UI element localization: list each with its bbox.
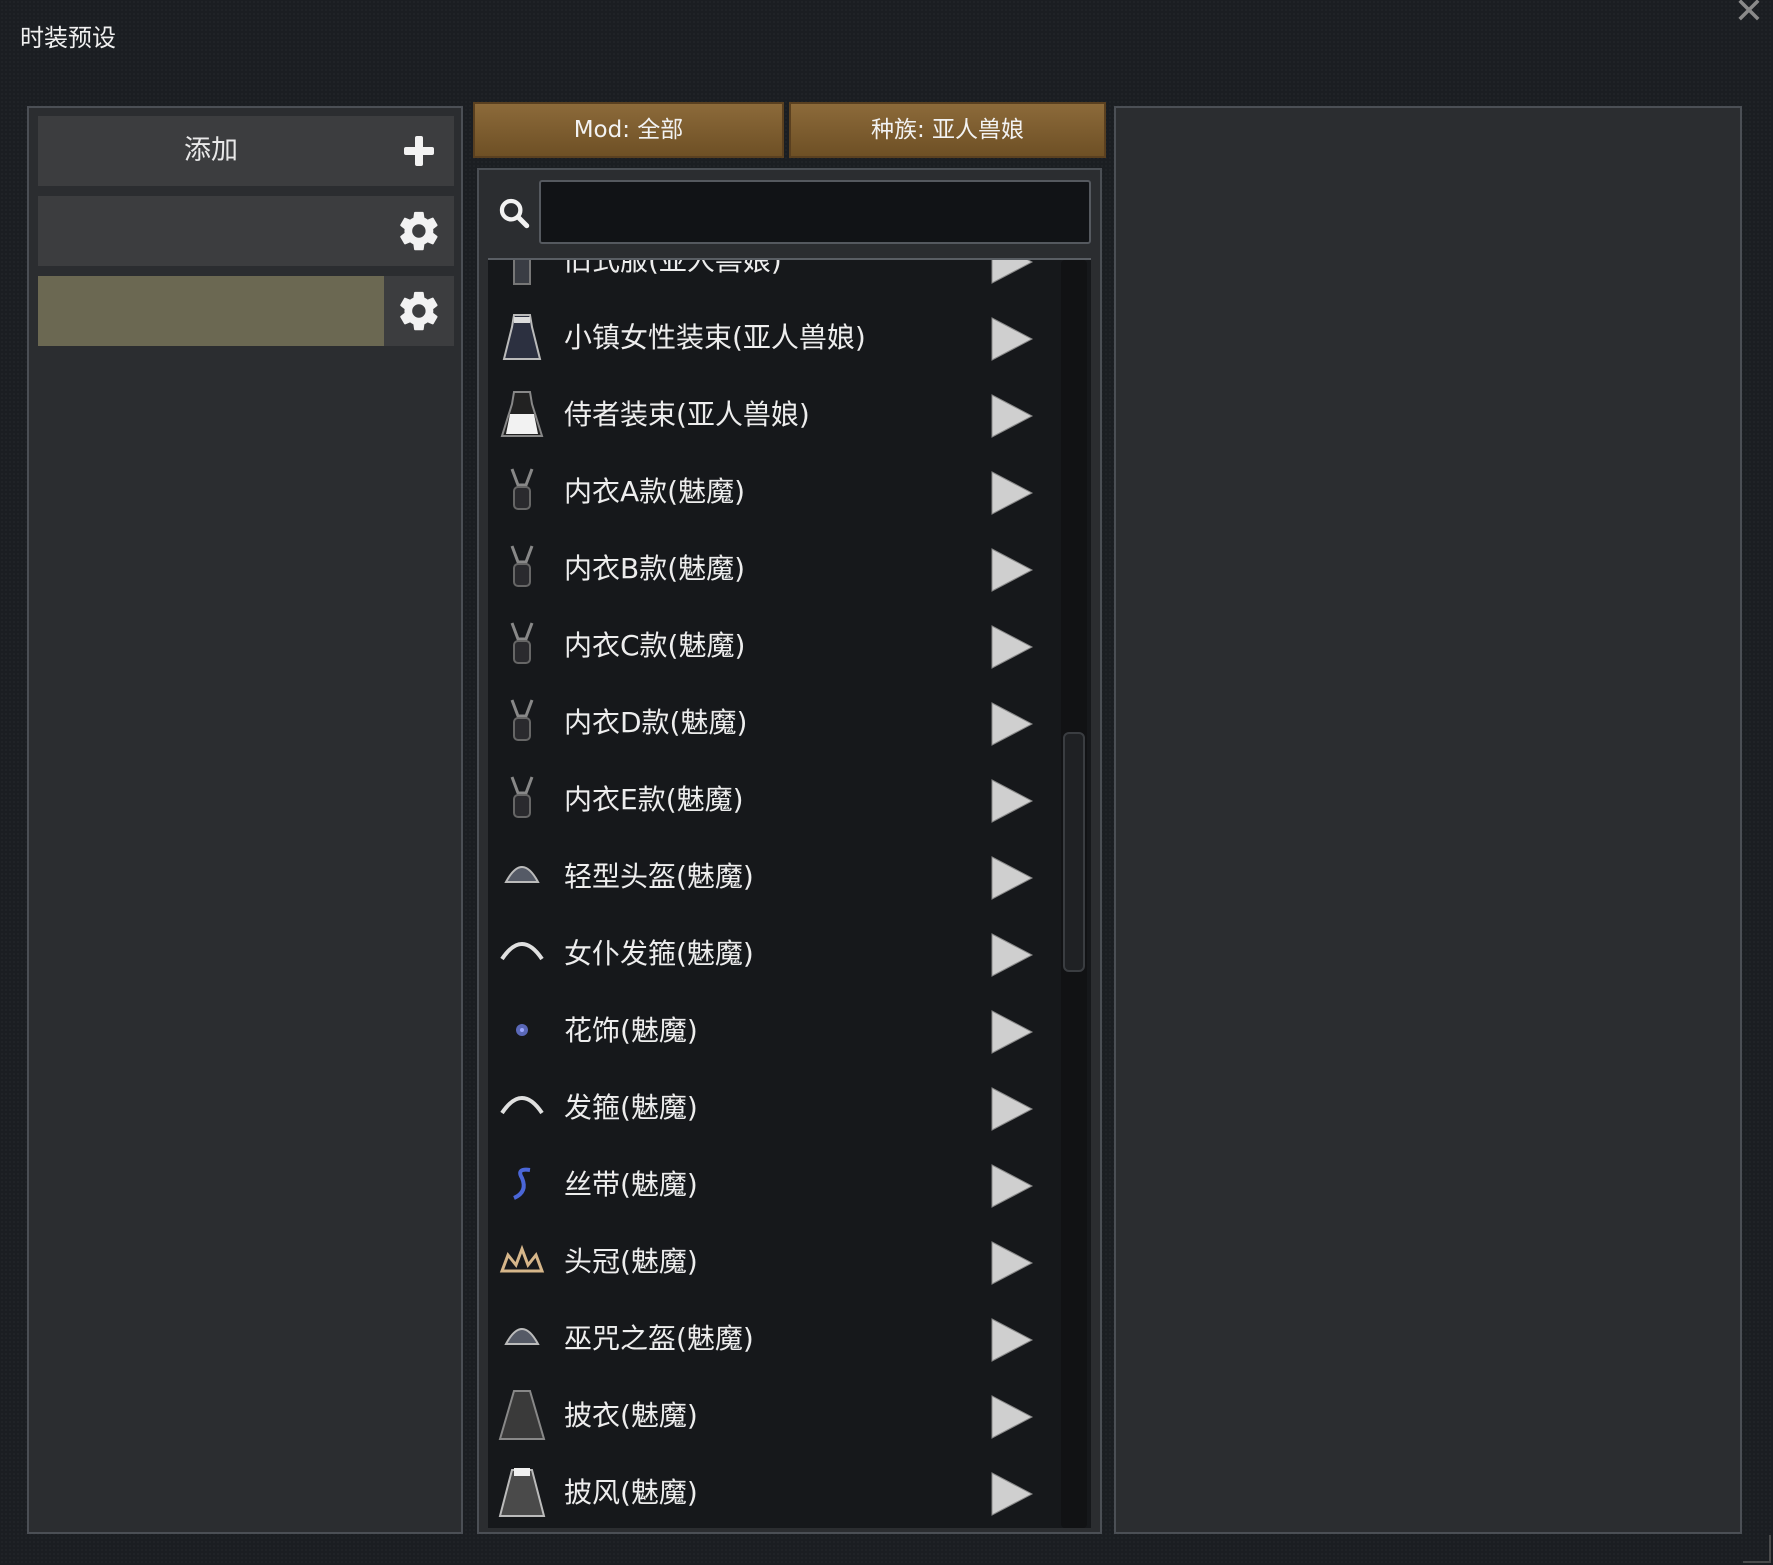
item-label: 内衣B款(魅魔) bbox=[564, 552, 746, 585]
play-icon[interactable] bbox=[988, 258, 1034, 285]
add-preset-button[interactable]: 添加 bbox=[38, 116, 454, 186]
list-item[interactable]: 内衣B款(魅魔) bbox=[488, 530, 1058, 607]
list-item[interactable]: 发箍(魅魔) bbox=[488, 1069, 1058, 1146]
play-icon[interactable] bbox=[988, 932, 1034, 978]
play-icon[interactable] bbox=[988, 1009, 1034, 1055]
maid-dress-icon bbox=[500, 391, 544, 437]
preview-panel bbox=[1114, 106, 1742, 1534]
search-input[interactable] bbox=[539, 180, 1091, 244]
item-label: 披风(魅魔) bbox=[564, 1476, 698, 1509]
list-item[interactable]: 花饰(魅魔) bbox=[488, 992, 1058, 1069]
lingerie-icon bbox=[510, 468, 534, 510]
play-icon[interactable] bbox=[988, 1317, 1034, 1363]
apparel-panel: 旧式服(亚人兽娘) 小镇女性装束(亚人兽娘) 侍者装束(亚人兽娘) 内衣A款(魅魔) 内… bbox=[477, 168, 1102, 1534]
garment-icon bbox=[513, 260, 531, 285]
lingerie-icon bbox=[510, 699, 534, 741]
gear-icon[interactable] bbox=[396, 208, 442, 254]
scrollbar-thumb[interactable] bbox=[1063, 732, 1085, 972]
item-label: 披衣(魅魔) bbox=[564, 1399, 698, 1432]
item-label: 内衣C款(魅魔) bbox=[564, 629, 746, 662]
preset-window: 时装预设 ✕ 添加 Mod: 全部 种族: 亚人兽娘 旧式服(亚人兽娘) 小镇女… bbox=[0, 0, 1773, 1565]
list-item[interactable]: 披衣(魅魔) bbox=[488, 1377, 1058, 1454]
list-item[interactable]: 丝带(魅魔) bbox=[488, 1146, 1058, 1223]
item-label: 小镇女性装束(亚人兽娘) bbox=[564, 321, 866, 354]
item-label: 丝带(魅魔) bbox=[564, 1168, 698, 1201]
headband-icon bbox=[500, 942, 544, 961]
play-icon[interactable] bbox=[988, 624, 1034, 670]
play-icon[interactable] bbox=[988, 547, 1034, 593]
play-icon[interactable] bbox=[988, 1163, 1034, 1209]
item-label: 女仆发箍(魅魔) bbox=[564, 937, 754, 970]
item-label: 旧式服(亚人兽娘) bbox=[564, 258, 782, 277]
helmet-icon bbox=[504, 1328, 540, 1345]
item-label: 轻型头盔(魅魔) bbox=[564, 860, 754, 893]
selected-highlight bbox=[38, 276, 384, 346]
list-item[interactable]: 内衣E款(魅魔) bbox=[488, 761, 1058, 838]
item-label: 内衣A款(魅魔) bbox=[564, 475, 746, 508]
play-icon[interactable] bbox=[988, 470, 1034, 516]
resize-handle[interactable] bbox=[1743, 1535, 1771, 1563]
list-item[interactable]: 内衣C款(魅魔) bbox=[488, 607, 1058, 684]
preset-list-panel: 添加 bbox=[27, 106, 463, 1534]
lingerie-icon bbox=[510, 622, 534, 664]
lingerie-icon bbox=[510, 545, 534, 587]
cloak-icon bbox=[498, 1390, 546, 1440]
search-icon bbox=[499, 198, 530, 229]
headband-icon bbox=[500, 1096, 544, 1115]
preset-row-selected[interactable] bbox=[38, 276, 454, 346]
item-label: 巫咒之盔(魅魔) bbox=[564, 1322, 754, 1355]
helmet-icon bbox=[504, 866, 540, 883]
item-label: 内衣D款(魅魔) bbox=[564, 706, 748, 739]
item-label: 花饰(魅魔) bbox=[564, 1014, 698, 1047]
plus-icon bbox=[402, 134, 436, 168]
mod-filter-button[interactable]: Mod: 全部 bbox=[473, 102, 784, 158]
preset-row[interactable] bbox=[38, 196, 454, 266]
close-icon[interactable]: ✕ bbox=[1733, 0, 1765, 32]
list-item[interactable]: 披风(魅魔) bbox=[488, 1454, 1058, 1528]
item-label: 内衣E款(魅魔) bbox=[564, 783, 744, 816]
item-label: 发箍(魅魔) bbox=[564, 1091, 698, 1124]
play-icon[interactable] bbox=[988, 1471, 1034, 1517]
item-label: 侍者装束(亚人兽娘) bbox=[564, 398, 810, 431]
list-item[interactable]: 旧式服(亚人兽娘) bbox=[488, 258, 1058, 299]
play-icon[interactable] bbox=[988, 1394, 1034, 1440]
gear-icon[interactable] bbox=[396, 288, 442, 334]
list-item[interactable]: 内衣D款(魅魔) bbox=[488, 684, 1058, 761]
play-icon[interactable] bbox=[988, 855, 1034, 901]
race-filter-button[interactable]: 种族: 亚人兽娘 bbox=[789, 102, 1106, 158]
play-icon[interactable] bbox=[988, 393, 1034, 439]
list-item[interactable]: 巫咒之盔(魅魔) bbox=[488, 1300, 1058, 1377]
add-preset-label: 添加 bbox=[184, 135, 238, 166]
lingerie-icon bbox=[510, 776, 534, 818]
cape-icon bbox=[498, 1468, 546, 1517]
dress-icon bbox=[502, 314, 542, 360]
play-icon[interactable] bbox=[988, 1240, 1034, 1286]
list-item[interactable]: 内衣A款(魅魔) bbox=[488, 453, 1058, 530]
play-icon[interactable] bbox=[988, 701, 1034, 747]
list-item[interactable]: 女仆发箍(魅魔) bbox=[488, 915, 1058, 992]
list-item[interactable]: 小镇女性装束(亚人兽娘) bbox=[488, 299, 1058, 376]
play-icon[interactable] bbox=[988, 1086, 1034, 1132]
ribbon-icon bbox=[513, 1167, 531, 1200]
item-label: 头冠(魅魔) bbox=[564, 1245, 698, 1278]
list-item[interactable]: 头冠(魅魔) bbox=[488, 1223, 1058, 1300]
play-icon[interactable] bbox=[988, 778, 1034, 824]
window-title: 时装预设 bbox=[20, 24, 116, 52]
list-item[interactable]: 侍者装束(亚人兽娘) bbox=[488, 376, 1058, 453]
play-icon[interactable] bbox=[988, 316, 1034, 362]
apparel-list[interactable]: 旧式服(亚人兽娘) 小镇女性装束(亚人兽娘) 侍者装束(亚人兽娘) 内衣A款(魅魔) 内… bbox=[488, 258, 1091, 1528]
list-item[interactable]: 轻型头盔(魅魔) bbox=[488, 838, 1058, 915]
tiara-icon bbox=[499, 1244, 545, 1273]
flower-icon bbox=[516, 1024, 528, 1036]
